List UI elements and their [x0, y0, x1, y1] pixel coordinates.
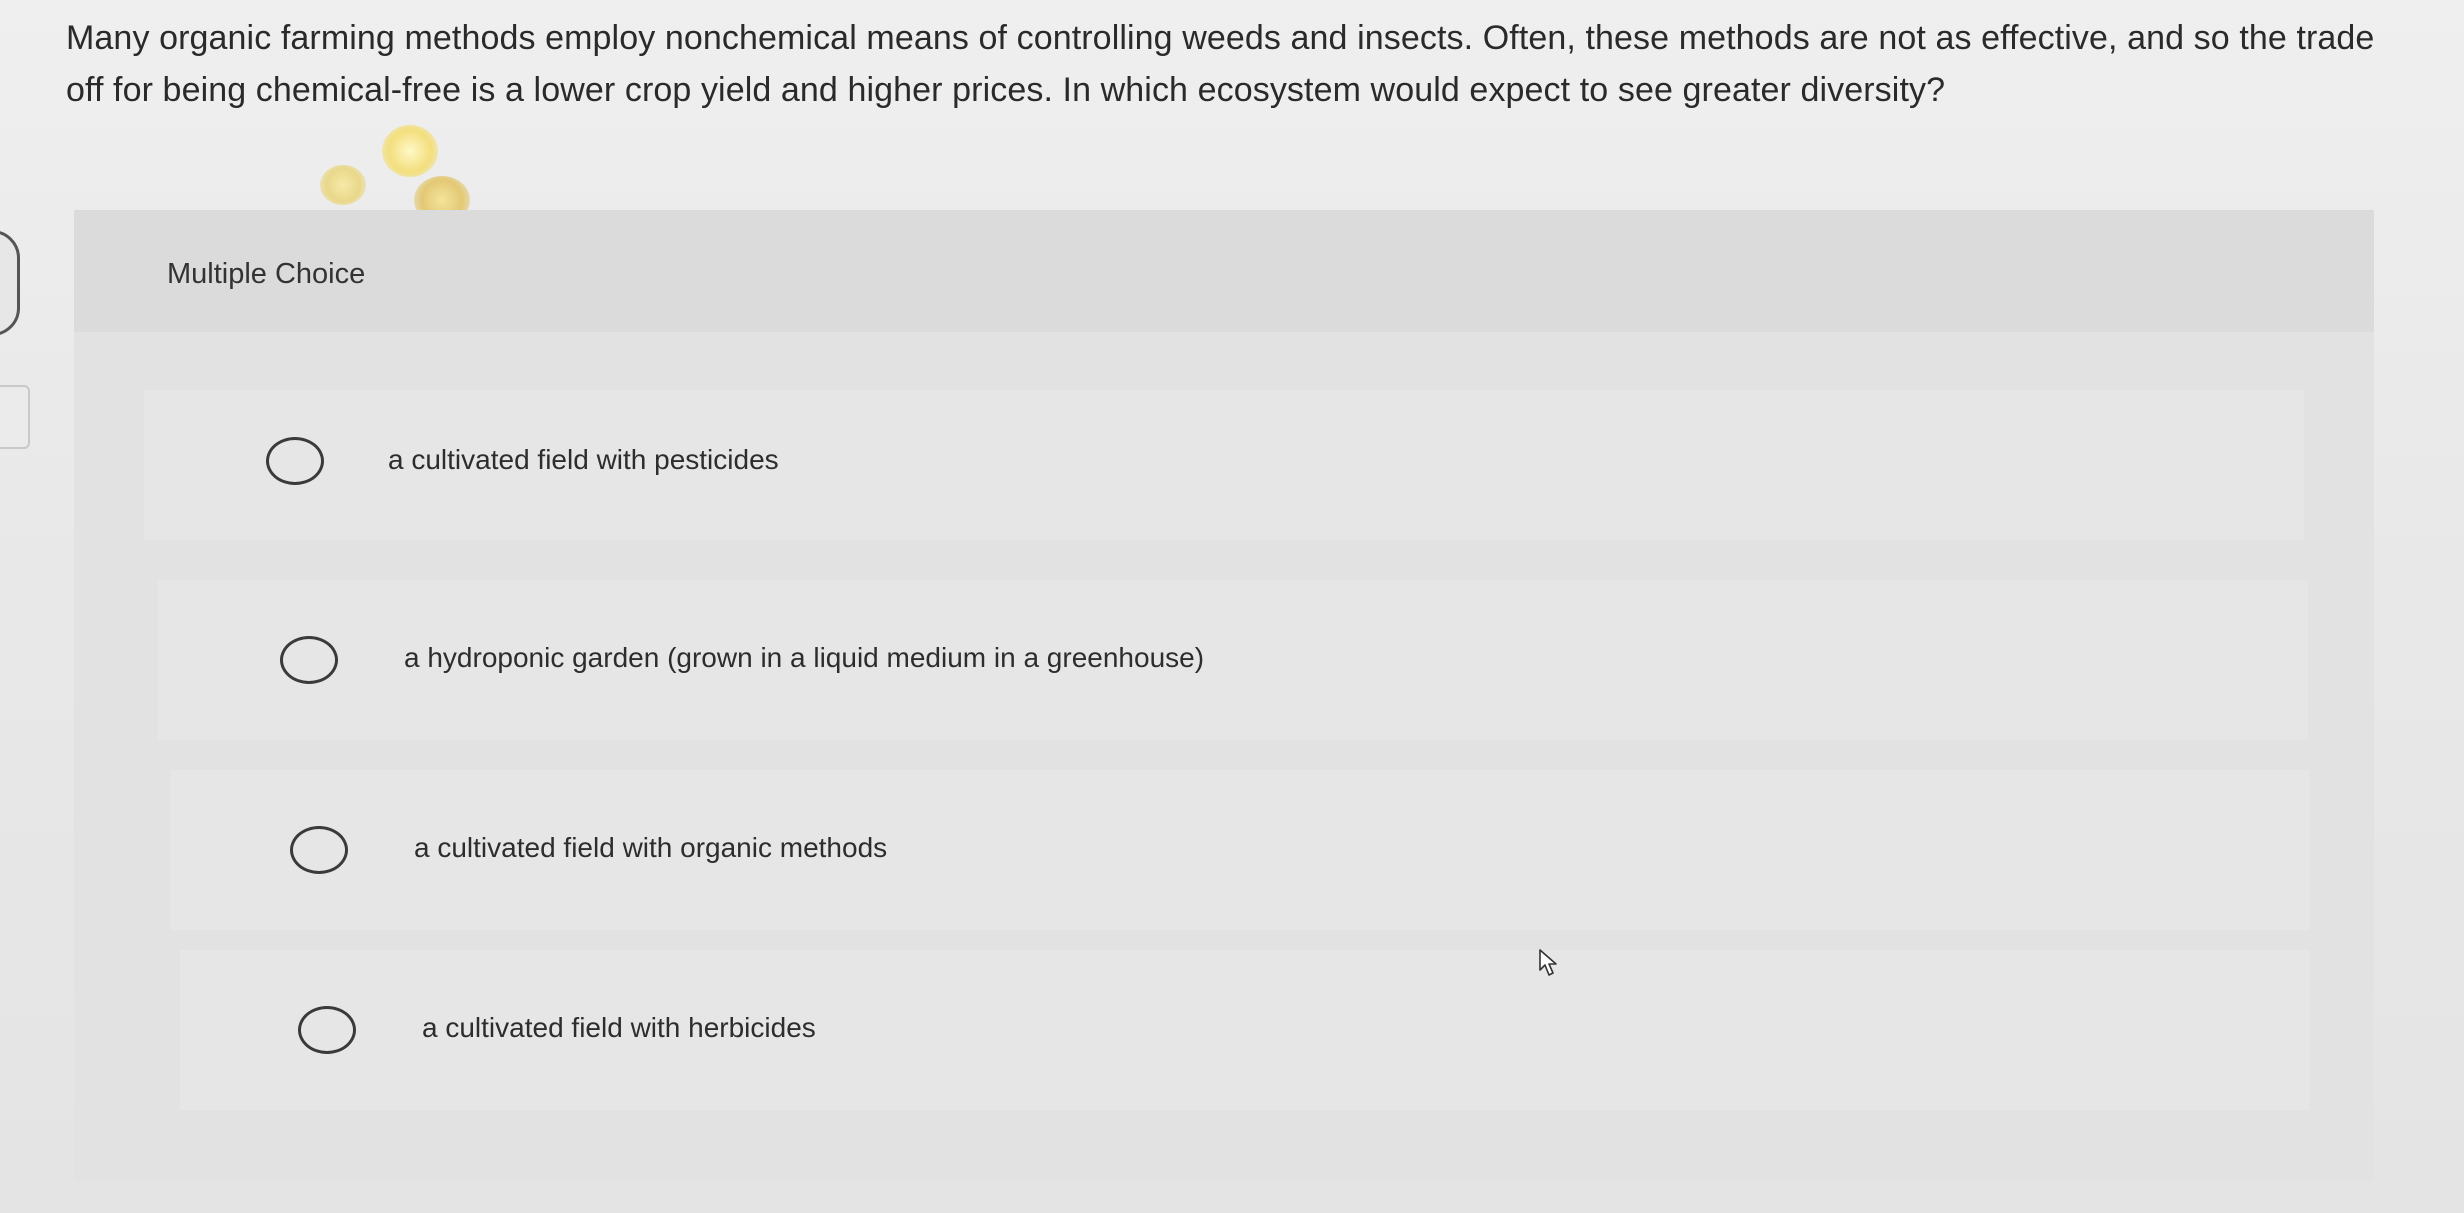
answer-option-label: a hydroponic garden (grown in a liquid m… — [404, 642, 1205, 673]
answer-option-label: a cultivated field with herbicides — [422, 1012, 816, 1043]
answer-option-4[interactable]: a cultivated field with herbicides — [180, 950, 2310, 1110]
answer-option-2[interactable]: a hydroponic garden (grown in a liquid m… — [158, 580, 2308, 740]
multiple-choice-header: Multiple Choice — [74, 210, 2374, 332]
side-panel-box — [0, 385, 30, 449]
answer-option-1[interactable]: a cultivated field with pesticides — [144, 390, 2304, 540]
answer-option-label: a cultivated field with organic methods — [414, 832, 888, 863]
answer-option-3[interactable]: a cultivated field with organic methods — [170, 770, 2310, 930]
glare-spot — [382, 125, 438, 177]
radio-circle-icon[interactable] — [298, 1006, 356, 1054]
quiz-screen: Many organic farming methods employ nonc… — [0, 0, 2464, 1213]
radio-circle-icon[interactable] — [290, 826, 348, 874]
radio-circle-icon[interactable] — [266, 437, 324, 485]
multiple-choice-panel: Multiple Choice a cultivated field with … — [74, 210, 2374, 1180]
radio-circle-icon[interactable] — [280, 636, 338, 684]
mouse-pointer-icon — [1539, 949, 1557, 976]
multiple-choice-label: Multiple Choice — [167, 258, 366, 290]
question-text: Many organic farming methods employ nonc… — [66, 19, 2375, 109]
answer-option-label: a cultivated field with pesticides — [388, 444, 779, 475]
side-panel-tab[interactable] — [0, 230, 20, 336]
glare-spot — [320, 165, 366, 205]
